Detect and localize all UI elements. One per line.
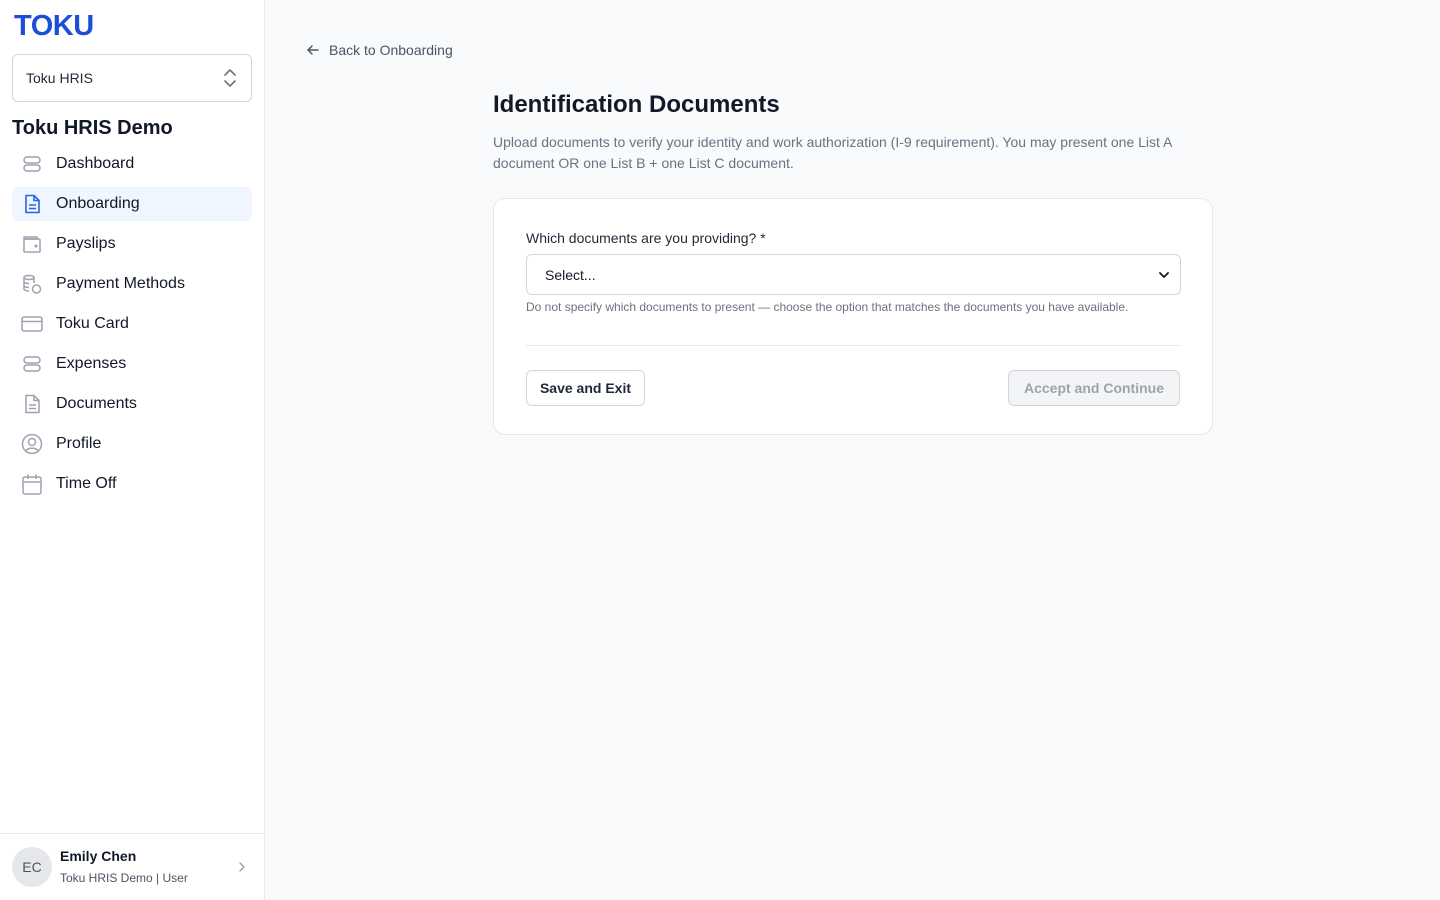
sidebar-item-payslips[interactable]: Payslips: [12, 227, 252, 261]
chevron-right-icon: [234, 859, 250, 875]
chevron-down-icon: [1158, 269, 1170, 281]
user-info: Emily Chen Toku HRIS Demo | User: [60, 847, 234, 887]
accept-and-continue-button[interactable]: Accept and Continue: [1008, 370, 1180, 406]
sidebar: TOKU Toku HRIS Toku HRIS Demo Dashboard …: [0, 0, 265, 900]
documents-field-label: Which documents are you providing? *: [526, 230, 766, 246]
toku-logo[interactable]: TOKU: [14, 10, 94, 42]
back-link-label: Back to Onboarding: [329, 42, 453, 58]
divider: [526, 345, 1181, 346]
identification-documents-form: Which documents are you providing? * Sel…: [493, 198, 1213, 435]
stack-icon: [21, 353, 43, 375]
chevron-up-down-icon: [222, 68, 238, 88]
sidebar-item-documents[interactable]: Documents: [12, 387, 252, 421]
stack-icon: [21, 153, 43, 175]
documents-select-value: Select...: [545, 266, 596, 283]
save-and-exit-button[interactable]: Save and Exit: [526, 370, 645, 406]
sidebar-item-payment-methods[interactable]: Payment Methods: [12, 267, 252, 301]
sidebar-item-time-off[interactable]: Time Off: [12, 467, 252, 501]
sidebar-item-label: Time Off: [56, 475, 117, 492]
avatar: EC: [12, 847, 52, 887]
document-icon: [21, 393, 43, 415]
sidebar-item-label: Toku Card: [56, 315, 129, 332]
back-to-onboarding-link[interactable]: Back to Onboarding: [306, 40, 453, 60]
organization-selector-value: Toku HRIS: [26, 70, 93, 86]
documents-select[interactable]: Select...: [526, 254, 1181, 295]
coins-icon: [21, 273, 43, 295]
page-title: Identification Documents: [493, 91, 780, 118]
sidebar-item-label: Documents: [56, 395, 137, 412]
user-circle-icon: [21, 433, 43, 455]
wallet-icon: [21, 233, 43, 255]
sidebar-item-label: Payment Methods: [56, 275, 185, 292]
sidebar-item-label: Dashboard: [56, 155, 135, 172]
sidebar-item-expenses[interactable]: Expenses: [12, 347, 252, 381]
document-text-icon: [21, 193, 43, 215]
sidebar-item-label: Payslips: [56, 235, 116, 252]
sidebar-item-dashboard[interactable]: Dashboard: [12, 147, 252, 181]
arrow-left-icon: [306, 43, 320, 57]
user-name: Emily Chen: [60, 848, 137, 864]
organization-title: Toku HRIS Demo: [12, 117, 173, 139]
credit-card-icon: [21, 313, 43, 335]
user-menu[interactable]: EC Emily Chen Toku HRIS Demo | User: [0, 833, 264, 900]
documents-help-text: Do not specify which documents to presen…: [526, 300, 1129, 314]
user-subtitle: Toku HRIS Demo | User: [60, 871, 188, 885]
organization-selector[interactable]: Toku HRIS: [12, 54, 252, 102]
sidebar-item-toku-card[interactable]: Toku Card: [12, 307, 252, 341]
calendar-icon: [21, 473, 43, 495]
sidebar-item-onboarding[interactable]: Onboarding: [12, 187, 252, 221]
sidebar-item-label: Expenses: [56, 355, 127, 372]
sidebar-nav: Dashboard Onboarding Payslips Payment Me…: [12, 147, 252, 507]
sidebar-item-label: Profile: [56, 435, 102, 452]
sidebar-item-label: Onboarding: [56, 195, 140, 212]
page-description: Upload documents to verify your identity…: [493, 134, 1172, 171]
sidebar-item-profile[interactable]: Profile: [12, 427, 252, 461]
